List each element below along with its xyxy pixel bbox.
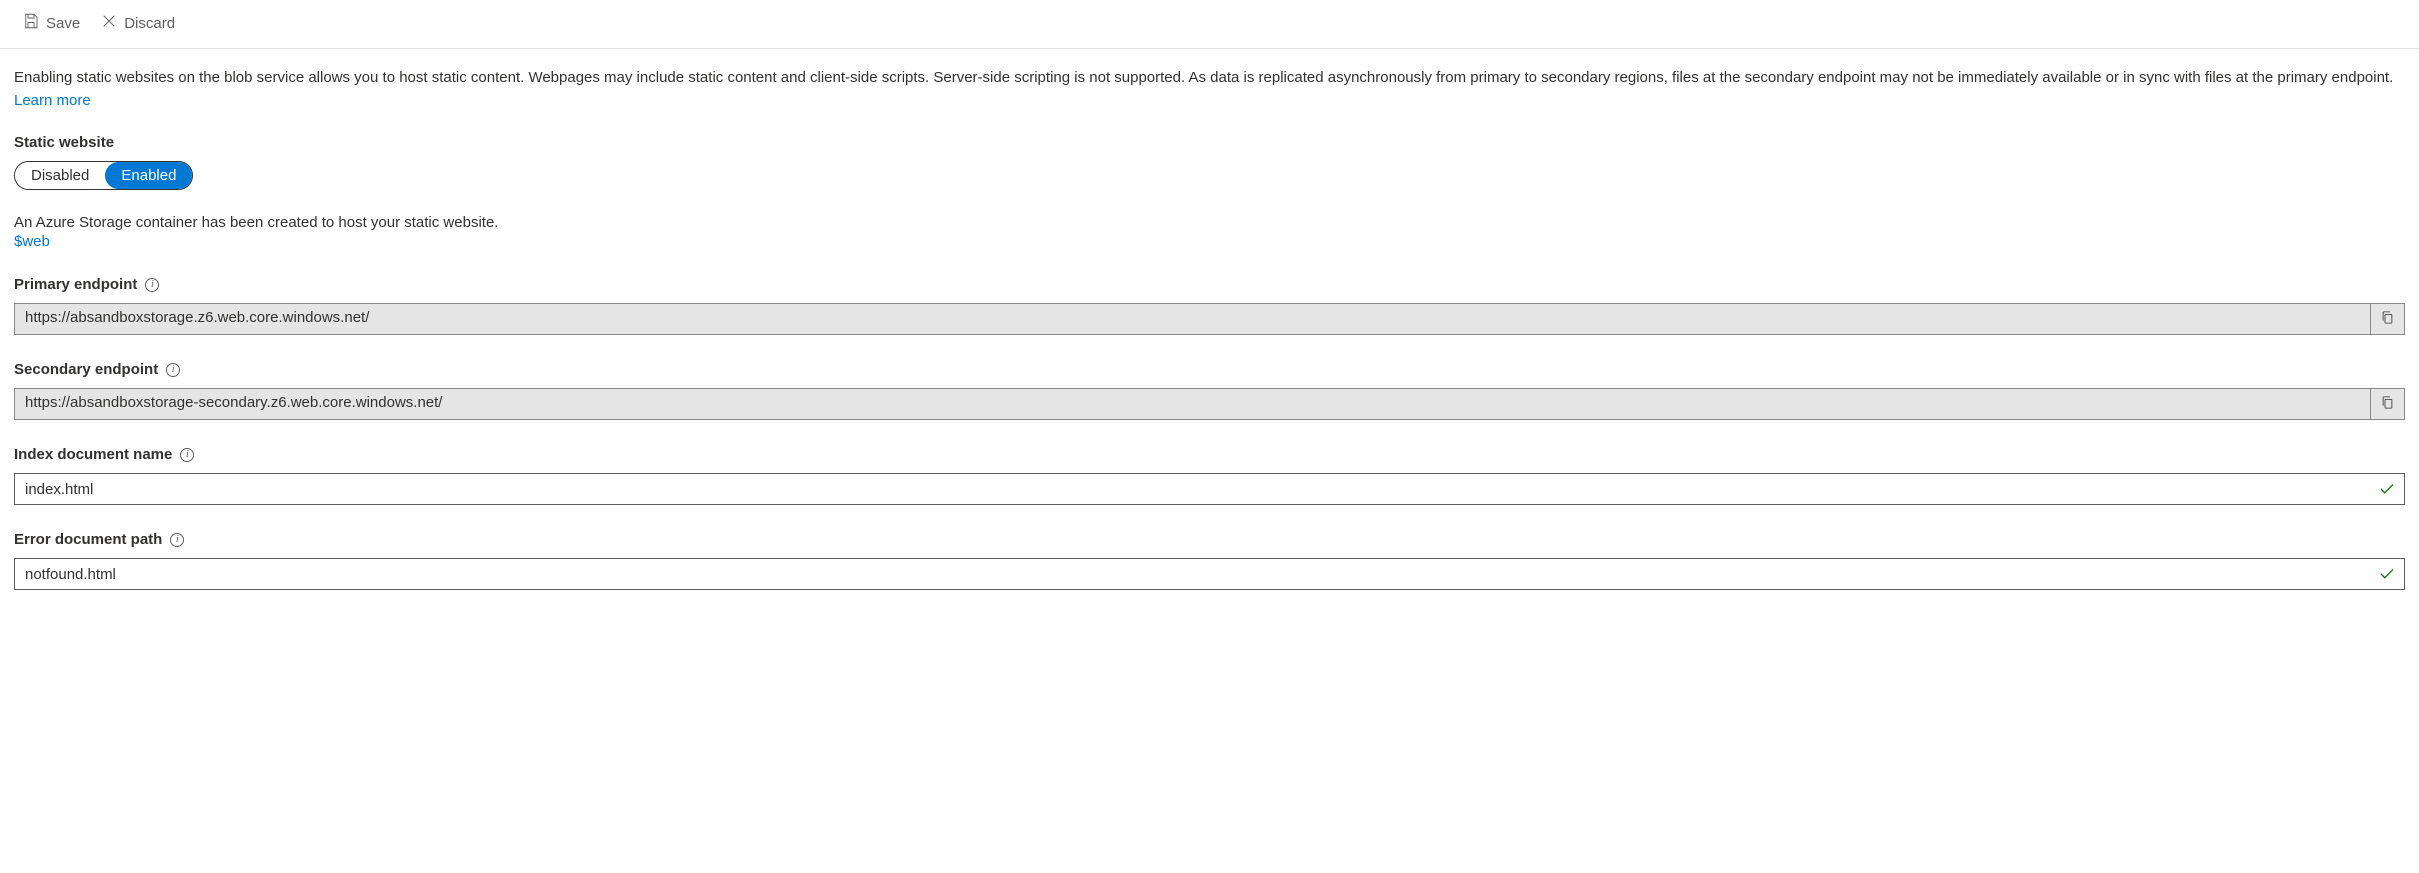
description-text: Enabling static websites on the blob ser… [14,67,2405,112]
toggle-enabled-option[interactable]: Enabled [105,162,192,189]
error-document-input[interactable] [15,559,2370,589]
secondary-endpoint-label: Secondary endpoint i [14,361,2405,378]
error-document-label: Error document path i [14,531,2405,548]
primary-endpoint-field: https://absandboxstorage.z6.web.core.win… [14,303,2405,335]
discard-button-label: Discard [124,15,175,32]
info-icon[interactable]: i [170,533,184,547]
copy-primary-button[interactable] [2370,304,2404,334]
error-document-group: Error document path i [14,531,2405,590]
secondary-endpoint-value[interactable]: https://absandboxstorage-secondary.z6.we… [15,389,2370,419]
secondary-endpoint-group: Secondary endpoint i https://absandboxst… [14,361,2405,420]
primary-endpoint-value[interactable]: https://absandboxstorage.z6.web.core.win… [15,304,2370,334]
index-document-field [14,473,2405,505]
copy-icon [2380,395,2395,413]
discard-button[interactable]: Discard [92,8,183,38]
info-icon[interactable]: i [180,448,194,462]
check-icon [2370,559,2404,589]
save-button[interactable]: Save [14,8,88,38]
secondary-endpoint-label-text: Secondary endpoint [14,361,158,378]
static-website-toggle: Disabled Enabled [14,161,193,190]
close-icon [100,12,118,34]
secondary-endpoint-field: https://absandboxstorage-secondary.z6.we… [14,388,2405,420]
content-area: Enabling static websites on the blob ser… [0,49,2419,634]
copy-icon [2380,310,2395,328]
save-icon [22,12,40,34]
info-icon[interactable]: i [145,278,159,292]
info-icon[interactable]: i [166,363,180,377]
primary-endpoint-label: Primary endpoint i [14,276,2405,293]
error-document-label-text: Error document path [14,531,162,548]
learn-more-link[interactable]: Learn more [14,92,91,109]
description-body: Enabling static websites on the blob ser… [14,69,2393,86]
error-document-field [14,558,2405,590]
container-created-text: An Azure Storage container has been crea… [14,214,2405,231]
primary-endpoint-label-text: Primary endpoint [14,276,137,293]
container-link[interactable]: $web [14,233,50,250]
static-website-label: Static website [14,134,2405,151]
toggle-disabled-option[interactable]: Disabled [15,162,105,189]
index-document-group: Index document name i [14,446,2405,505]
index-document-label-text: Index document name [14,446,172,463]
index-document-label: Index document name i [14,446,2405,463]
copy-secondary-button[interactable] [2370,389,2404,419]
check-icon [2370,474,2404,504]
index-document-input[interactable] [15,474,2370,504]
save-button-label: Save [46,15,80,32]
primary-endpoint-group: Primary endpoint i https://absandboxstor… [14,276,2405,335]
toolbar: Save Discard [0,0,2419,49]
